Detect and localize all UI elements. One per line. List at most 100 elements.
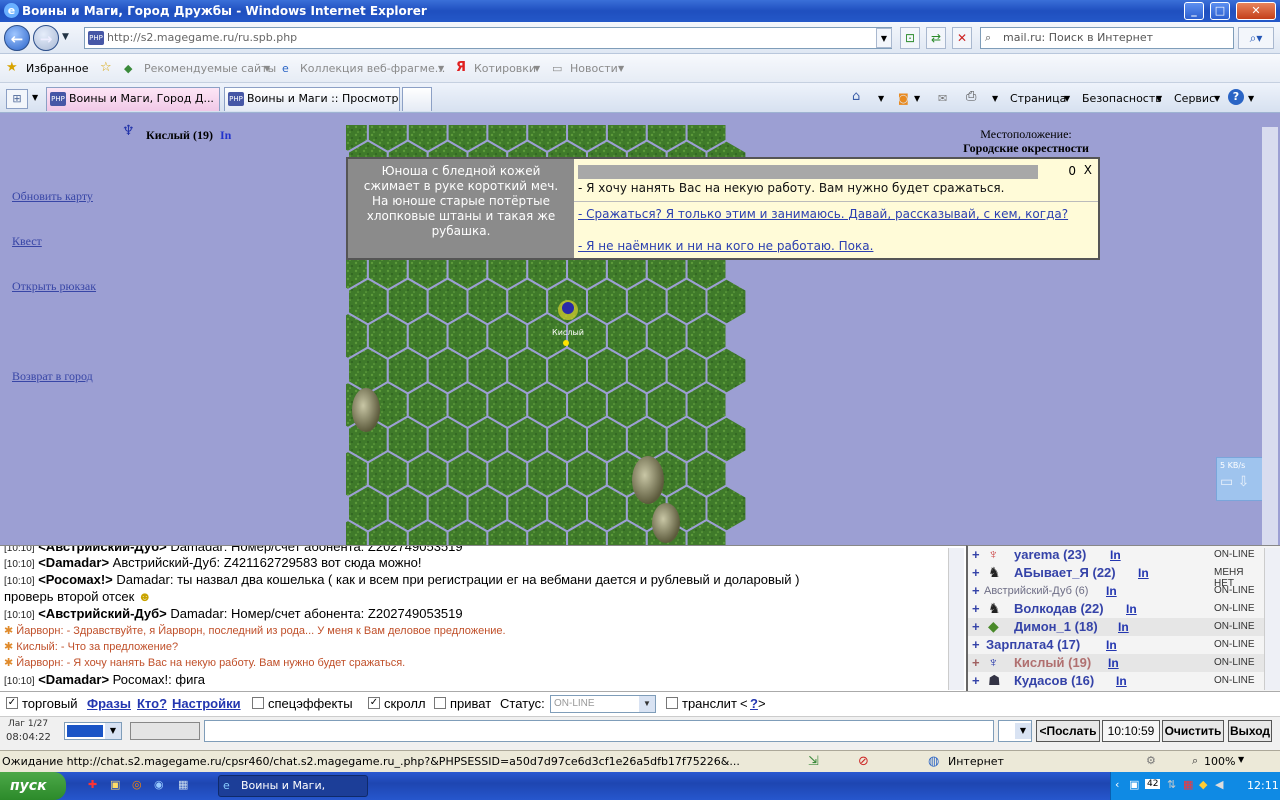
blocked-icon[interactable]: ⊘	[858, 754, 869, 769]
chevron-down-icon[interactable]: ▼	[1248, 94, 1254, 103]
chat-system-line: ✱ Йарворн: - Здравствуйте, я Йарворн, по…	[4, 625, 506, 637]
user-list-scrollbar[interactable]	[1264, 548, 1280, 690]
recipient-box[interactable]	[130, 722, 200, 740]
exit-button[interactable]: Выход	[1228, 720, 1272, 742]
user-row[interactable]: + Зарплата4 (17) In ON-LINE	[968, 636, 1264, 654]
close-window-button[interactable]: ✕	[1236, 2, 1276, 20]
color-select[interactable]: ▼	[64, 722, 122, 740]
quicklaunch-icon[interactable]: ▣	[110, 778, 120, 791]
status-select[interactable]: ON-LINE ▼	[550, 695, 656, 713]
protected-mode-icon[interactable]: ⚙	[1146, 754, 1156, 767]
chat-scrollbar[interactable]	[948, 548, 964, 690]
add-favorite-icon[interactable]: ☆	[100, 60, 112, 75]
chevron-down-icon[interactable]: ▼	[438, 64, 444, 73]
plus-icon: +	[972, 619, 980, 634]
tray-gift-icon[interactable]: ▦	[1183, 778, 1193, 791]
smiles-select[interactable]: ▼	[998, 720, 1032, 742]
answer-fight-link[interactable]: - Сражаться? Я только этим и занимаюсь. …	[578, 207, 1078, 222]
send-button[interactable]: <Послать	[1036, 720, 1100, 742]
taskbar-ie-window[interactable]: e Воины и Маги, Город...	[218, 775, 368, 800]
tray-badge[interactable]: 42	[1145, 779, 1161, 789]
quick-tabs-icon[interactable]: ⊞	[6, 89, 28, 109]
chevron-down-icon[interactable]: ▼	[992, 94, 998, 103]
back-button[interactable]: ←	[4, 25, 30, 51]
tray-volume-icon[interactable]: ◀	[1215, 778, 1223, 791]
compat-view-icon[interactable]: ⊡	[900, 27, 920, 49]
message-input[interactable]	[204, 720, 994, 742]
maximize-button[interactable]: □	[1210, 2, 1230, 20]
favorites-button[interactable]: Избранное	[26, 62, 88, 75]
url-dropdown-icon[interactable]: ▼	[876, 28, 892, 48]
user-row[interactable]: + ☗ Кудасов (16) In ON-LINE	[968, 672, 1264, 690]
quest-link[interactable]: Квест	[12, 234, 42, 249]
user-row[interactable]: + ♞ Волкодав (22) In ON-LINE	[968, 600, 1264, 618]
tray-app-icon[interactable]: ▣	[1129, 778, 1139, 791]
trade-checkbox[interactable]: ✓	[6, 697, 18, 709]
fav-news[interactable]: Новости	[570, 62, 618, 75]
private-checkbox[interactable]	[434, 697, 446, 709]
chevron-down-icon[interactable]: ▼	[1238, 755, 1244, 764]
home-icon[interactable]: ⌂	[852, 89, 860, 104]
translit-checkbox[interactable]	[666, 697, 678, 709]
new-tab-button[interactable]	[402, 87, 432, 111]
zoom-icon[interactable]: ⌕	[1192, 754, 1198, 768]
chevron-down-icon[interactable]: ▼	[914, 94, 920, 103]
history-dropdown-icon[interactable]: ▼	[62, 32, 69, 42]
tray-network-icon[interactable]: ⇅	[1167, 778, 1176, 791]
chevron-down-icon[interactable]: ▼	[639, 696, 655, 712]
read-mail-icon[interactable]: ✉	[938, 92, 947, 105]
quicklaunch-icon[interactable]: ◉	[154, 778, 164, 791]
tray-arrow-icon[interactable]: ‹	[1115, 778, 1119, 791]
fav-webslice-gallery[interactable]: Коллекция веб-фрагме...	[300, 62, 445, 75]
refresh-map-link[interactable]: Обновить карту	[12, 189, 93, 204]
translit-help-link[interactable]: ?	[750, 696, 758, 711]
search-input[interactable]: ⌕ mail.ru: Поиск в Интернет	[980, 27, 1234, 49]
refresh-icon[interactable]: ⇄	[926, 27, 946, 49]
search-go-icon[interactable]: ⌕▾	[1238, 27, 1274, 49]
quicklaunch-icon[interactable]: ✚	[88, 778, 97, 791]
page-menu[interactable]: Страница	[1010, 92, 1066, 105]
return-to-city-link[interactable]: Возврат в город	[12, 369, 93, 384]
open-backpack-link[interactable]: Открыть рюкзак	[12, 279, 96, 294]
fav-recommended-sites[interactable]: Рекомендуемые сайты	[144, 62, 276, 75]
tab-list-dropdown-icon[interactable]: ▼	[32, 93, 38, 102]
dialog-close-button[interactable]: X	[1084, 163, 1092, 177]
chevron-down-icon[interactable]: ▼	[1015, 723, 1031, 739]
answer-decline-link[interactable]: - Я не наёмник и ни на кого не работаю. …	[578, 239, 1078, 254]
url-input[interactable]: PHP http://s2.magegame.ru/ru.spb.php	[84, 27, 892, 49]
forward-button[interactable]: →	[33, 25, 59, 51]
chevron-down-icon[interactable]: ▼	[105, 723, 121, 739]
stop-icon[interactable]: ✕	[952, 27, 972, 49]
start-button[interactable]: пуск	[0, 772, 66, 800]
player-info-link[interactable]: In	[220, 128, 231, 143]
security-menu[interactable]: Безопасность	[1082, 92, 1162, 105]
chevron-down-icon[interactable]: ▼	[534, 64, 540, 73]
chevron-down-icon[interactable]: ▼	[878, 94, 884, 103]
rss-feed-icon[interactable]: ◙	[898, 92, 909, 105]
help-icon[interactable]: ?	[1228, 89, 1244, 105]
user-row[interactable]: + ♞ АБывает_Я (22) In МЕНЯ НЕТ	[968, 564, 1264, 589]
who-link[interactable]: Кто?	[137, 696, 167, 711]
quicklaunch-icon[interactable]: ◎	[132, 778, 142, 791]
user-row[interactable]: + ◆ Димон_1 (18) In ON-LINE	[968, 618, 1264, 636]
page-scrollbar[interactable]	[1262, 127, 1278, 545]
user-row[interactable]: + Австрийский-Дуб (6) In ON-LINE	[968, 582, 1264, 600]
effects-checkbox[interactable]	[252, 697, 264, 709]
settings-link[interactable]: Настройки	[172, 696, 241, 711]
user-row[interactable]: + ♆ yarema (23) In ON-LINE	[968, 546, 1264, 564]
clear-button[interactable]: Очистить	[1162, 720, 1224, 742]
user-row[interactable]: + ♆ Кислый (19) In ON-LINE	[968, 654, 1264, 672]
scroll-checkbox[interactable]: ✓	[368, 697, 380, 709]
zoom-level[interactable]: 100%	[1204, 755, 1235, 768]
service-menu[interactable]: Сервис	[1174, 92, 1215, 105]
minimize-button[interactable]: _	[1184, 2, 1204, 20]
tab-second[interactable]: PHP Воины и Маги :: Просмотр т...	[224, 87, 400, 111]
tab-active[interactable]: PHP Воины и Маги, Город Д...	[46, 87, 220, 111]
tray-security-icon[interactable]: ◆	[1199, 778, 1207, 791]
chevron-down-icon[interactable]: ▼	[618, 64, 624, 73]
quicklaunch-icon[interactable]: ▦	[178, 778, 188, 791]
chevron-down-icon[interactable]: ▼	[264, 64, 270, 73]
phrases-link[interactable]: Фразы	[87, 696, 131, 711]
print-icon[interactable]: ⎙	[966, 89, 976, 104]
fav-quotes[interactable]: Котировки	[474, 62, 536, 75]
